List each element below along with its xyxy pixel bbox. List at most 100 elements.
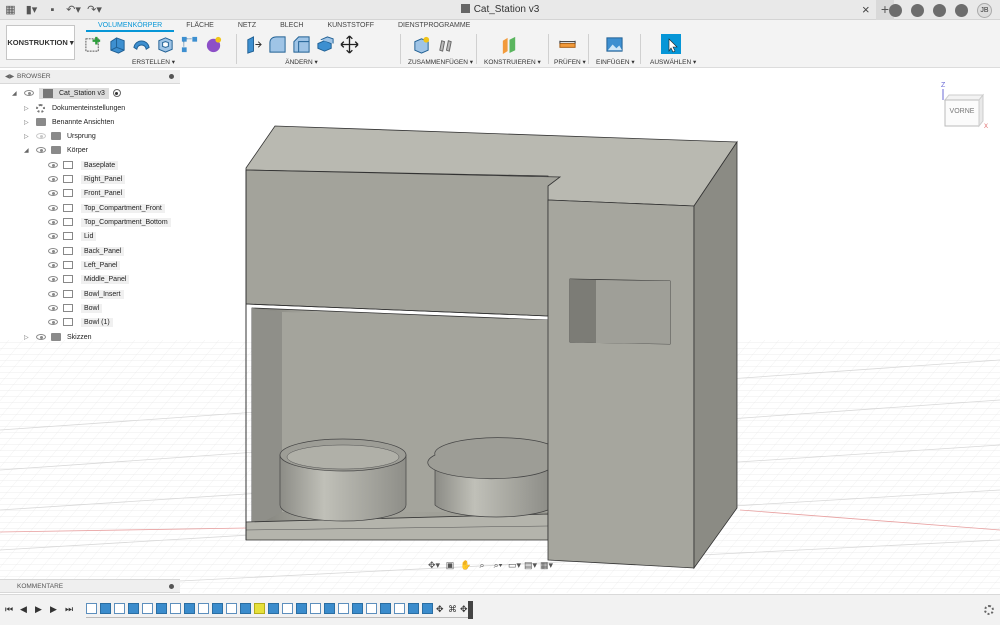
shell-icon[interactable] [156,35,175,54]
visibility-eye-icon[interactable] [48,233,58,239]
visibility-eye-icon[interactable] [48,262,58,268]
gear-icon[interactable] [984,605,994,615]
pan-hand-icon[interactable]: ✋ [460,560,472,571]
avatar[interactable]: JB [977,3,992,18]
tab-blech[interactable]: BLECH [268,20,315,32]
visibility-eye-icon[interactable] [48,176,58,182]
form-icon[interactable] [204,35,223,54]
visibility-eye-icon[interactable] [36,147,46,153]
redo-icon[interactable]: ↷▾ [87,3,102,16]
visibility-eye-icon[interactable] [24,90,34,96]
timeline-sketch-feature[interactable] [282,603,293,614]
measure-icon[interactable] [558,35,577,54]
visibility-eye-icon[interactable] [48,305,58,311]
revolve-icon[interactable] [132,35,151,54]
save-icon[interactable]: ▪ [46,3,59,16]
timeline-sketch-feature[interactable] [394,603,405,614]
timeline-extrude-feature[interactable] [408,603,419,614]
visibility-eye-icon[interactable] [48,190,58,196]
timeline-extrude-feature[interactable] [212,603,223,614]
list-item[interactable]: Top_Compartment_Bottom [48,216,171,228]
timeline-extrude-feature[interactable] [100,603,111,614]
collapse-arrow-icon[interactable]: ◀▶ [5,73,14,80]
list-item[interactable]: Top_Compartment_Front [48,202,165,214]
viewports-icon[interactable]: ▦▾ [540,560,553,571]
timeline-sketch-feature[interactable] [338,603,349,614]
pin-icon[interactable] [169,584,174,589]
display-settings-icon[interactable]: ▭▾ [508,560,521,571]
fillet-icon[interactable] [268,35,287,54]
pattern-icon[interactable] [180,35,199,54]
help-icon[interactable] [955,4,968,17]
timeline-extrude-feature[interactable] [184,603,195,614]
go-to-end-icon[interactable]: ⏭ [65,604,74,614]
tree-item-dokumenteinstellungen[interactable]: ▷ Dokumenteinstellungen [24,102,125,114]
fit-zoom-icon[interactable]: ⌕▾ [492,560,504,571]
orbit-icon[interactable]: ✥▾ [428,560,440,571]
timeline-move-feature-icon[interactable]: ✥ [436,604,445,614]
go-to-start-icon[interactable]: ⏮ [5,604,14,614]
expand-triangle-icon[interactable]: ▷ [24,119,32,126]
visibility-eye-icon[interactable] [48,205,58,211]
visibility-eye-icon[interactable] [48,291,58,297]
look-at-icon[interactable]: ▣ [444,560,456,571]
pin-icon[interactable] [169,74,174,79]
visibility-eye-icon[interactable] [48,162,58,168]
notifications-icon[interactable] [933,4,946,17]
grid-menu-icon[interactable]: ▦ [4,3,17,16]
list-item[interactable]: Right_Panel [48,173,126,185]
move-icon[interactable] [340,34,359,54]
timeline-extrude-feature[interactable] [352,603,363,614]
timeline-sketch-feature[interactable] [310,603,321,614]
tab-netz[interactable]: NETZ [226,20,268,32]
offset-plane-icon[interactable] [500,35,519,54]
timeline-selected-feature[interactable] [254,603,265,614]
model-viewport[interactable] [0,69,1000,593]
list-item[interactable]: Bowl_Insert [48,288,124,300]
list-item[interactable]: Baseplate [48,159,119,171]
timeline-extrude-feature[interactable] [156,603,167,614]
visibility-eye-icon[interactable] [48,248,58,254]
extensions-icon[interactable] [889,4,902,17]
play-icon[interactable]: ▶ [35,604,44,614]
visibility-eye-icon[interactable] [48,276,58,282]
timeline-extrude-feature[interactable] [324,603,335,614]
joint-icon[interactable] [436,35,455,54]
insert-image-icon[interactable] [605,35,624,54]
timeline-extrude-feature[interactable] [296,603,307,614]
list-item[interactable]: Middle_Panel [48,273,130,285]
tree-item-koerper[interactable]: ◢ Körper [24,144,88,156]
tab-flaeche[interactable]: FLÄCHE [174,20,226,32]
expand-triangle-icon[interactable]: ◢ [24,147,32,154]
active-radio-icon[interactable] [112,89,121,97]
tab-volumenkoerper[interactable]: VOLUMENKÖRPER [86,20,175,32]
timeline-extrude-feature[interactable] [380,603,391,614]
press-pull-icon[interactable] [244,35,263,54]
comments-panel[interactable]: KOMMENTARE [0,579,180,593]
chamfer-icon[interactable] [292,35,311,54]
zoom-icon[interactable]: ⌕ [476,560,488,571]
grid-snap-icon[interactable]: ▤▾ [524,560,537,571]
viewcube[interactable]: Z VORNE X [935,80,990,130]
expand-triangle-icon[interactable]: ◢ [12,90,20,97]
timeline-extrude-feature[interactable] [128,603,139,614]
undo-icon[interactable]: ↶▾ [66,3,81,16]
visibility-eye-icon[interactable] [48,219,58,225]
visibility-eye-icon[interactable] [36,133,46,139]
timeline-extrude-feature[interactable] [268,603,279,614]
step-forward-icon[interactable]: ▶ [50,604,59,614]
tab-dienstprogramme[interactable]: DIENSTPROGRAMME [386,20,482,32]
workspace-switcher[interactable]: KONSTRUKTION ▾ [6,25,75,60]
browser-header[interactable]: ◀▶ BROWSER [0,70,180,84]
file-icon[interactable]: ▮▾ [25,3,38,16]
list-item[interactable]: Bowl (1) [48,316,113,328]
list-item[interactable]: Front_Panel [48,187,126,199]
timeline-sketch-feature[interactable] [366,603,377,614]
tab-kunststoff[interactable]: KUNSTSTOFF [315,20,386,32]
timeline-joint-feature-icon[interactable]: ⌘ [448,604,457,614]
list-item[interactable]: Back_Panel [48,245,125,257]
expand-triangle-icon[interactable]: ▷ [24,105,32,112]
timeline-body-feature[interactable] [422,603,433,614]
expand-triangle-icon[interactable]: ▷ [24,133,32,140]
timeline-sketch-feature[interactable] [114,603,125,614]
